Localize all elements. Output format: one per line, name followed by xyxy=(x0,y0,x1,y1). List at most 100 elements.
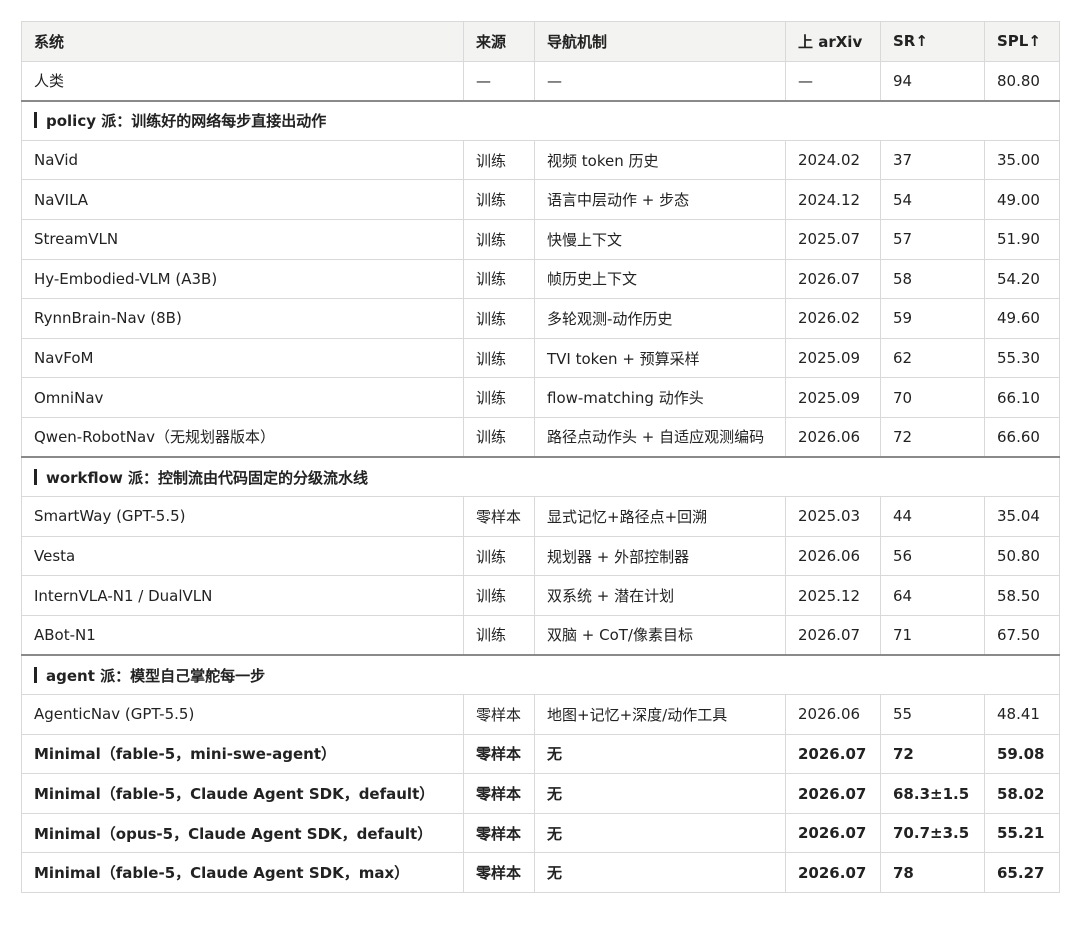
section-header-row: agent 派：模型自己掌舵每一步 xyxy=(21,654,1060,696)
cell-spl: 66.60 xyxy=(984,416,1060,458)
cell-system: NavFoM xyxy=(21,337,464,379)
table-row: AgenticNav (GPT-5.5) 零样本 地图+记忆+深度/动作工具 2026… xyxy=(21,694,1060,735)
cell-sr: 56 xyxy=(880,535,985,577)
cell-spl: 58.50 xyxy=(984,575,1060,616)
cell-system: Qwen-RobotNav（无规划器版本） xyxy=(21,416,464,458)
cell-arxiv: 2025.03 xyxy=(785,496,881,537)
cell-mechanism: 无 xyxy=(534,812,786,854)
cell-arxiv: 2026.07 xyxy=(785,773,881,814)
cell-spl: 35.00 xyxy=(984,139,1060,181)
header-mechanism: 导航机制 xyxy=(534,21,786,62)
cell-mechanism: 规划器 + 外部控制器 xyxy=(534,535,786,577)
cell-source: 训练 xyxy=(463,337,535,379)
cell-spl: 50.80 xyxy=(984,535,1060,577)
table-row: NaVid 训练 视频 token 历史 2024.02 37 35.00 xyxy=(21,139,1060,181)
cell-sr: 55 xyxy=(880,694,985,735)
section-header-row: policy 派：训练好的网络每步直接出动作 xyxy=(21,99,1060,141)
cell-mechanism: 双系统 + 潜在计划 xyxy=(534,575,786,616)
table-row: Minimal（fable-5，Claude Agent SDK，max） 零样本… xyxy=(21,852,1060,894)
cell-source: 训练 xyxy=(463,377,535,418)
cell-source: 训练 xyxy=(463,535,535,577)
cell-source: 零样本 xyxy=(463,496,535,537)
cell-spl: 48.41 xyxy=(984,694,1060,735)
cell-spl: 65.27 xyxy=(984,852,1060,894)
cell-source: 零样本 xyxy=(463,773,535,814)
cell-source: 训练 xyxy=(463,179,535,220)
table-row: RynnBrain-Nav (8B) 训练 多轮观测-动作历史 2026.02 59 49… xyxy=(21,298,1060,339)
cell-sr: 72 xyxy=(880,733,985,775)
header-source: 来源 xyxy=(463,21,535,62)
section-header-row: workflow 派：控制流由代码固定的分级流水线 xyxy=(21,456,1060,498)
cell-mechanism: 多轮观测-动作历史 xyxy=(534,298,786,339)
cell-source: 训练 xyxy=(463,258,535,300)
table-row: Minimal（opus-5，Claude Agent SDK，default）… xyxy=(21,812,1060,854)
cell-system: Minimal（fable-5，Claude Agent SDK，max） xyxy=(21,852,464,894)
cell-source: 训练 xyxy=(463,416,535,458)
cell-source: 零样本 xyxy=(463,694,535,735)
cell-sr: 94 xyxy=(880,60,985,102)
section-title: workflow 派：控制流由代码固定的分级流水线 xyxy=(46,468,369,487)
cell-source: 训练 xyxy=(463,575,535,616)
cell-mechanism: 路径点动作头 + 自适应观测编码 xyxy=(534,416,786,458)
cell-system: Hy-Embodied-VLM (A3B) xyxy=(21,258,464,300)
section-marker-icon xyxy=(34,468,37,485)
cell-spl: 51.90 xyxy=(984,218,1060,260)
cell-sr: 64 xyxy=(880,575,985,616)
cell-spl: 49.00 xyxy=(984,179,1060,220)
cell-system: OmniNav xyxy=(21,377,464,418)
cell-system: AgenticNav (GPT-5.5) xyxy=(21,694,464,735)
cell-source: 零样本 xyxy=(463,852,535,894)
cell-arxiv: 2026.07 xyxy=(785,614,881,656)
cell-mechanism: TVI token + 预算采样 xyxy=(534,337,786,379)
cell-spl: 66.10 xyxy=(984,377,1060,418)
cell-mechanism: 无 xyxy=(534,773,786,814)
cell-arxiv: — xyxy=(785,60,881,102)
cell-sr: 72 xyxy=(880,416,985,458)
cell-arxiv: 2025.12 xyxy=(785,575,881,616)
table-row: Vesta 训练 规划器 + 外部控制器 2026.06 56 50.80 xyxy=(21,535,1060,577)
cell-system: RynnBrain-Nav (8B) xyxy=(21,298,464,339)
cell-sr: 78 xyxy=(880,852,985,894)
cell-system: InternVLA-N1 / DualVLN xyxy=(21,575,464,616)
table-row: StreamVLN 训练 快慢上下文 2025.07 57 51.90 xyxy=(21,218,1060,260)
header-arxiv: 上 arXiv xyxy=(785,21,881,62)
table-body: 人类 — — —94 80.80 policy 派：训练好的网络每步直接出动作 NaVid 训… xyxy=(21,60,1060,894)
cell-source: 训练 xyxy=(463,298,535,339)
cell-arxiv: 2026.07 xyxy=(785,733,881,775)
cell-sr: 57 xyxy=(880,218,985,260)
table-row: Minimal（fable-5，mini-swe-agent） 零样本无 2026.… xyxy=(21,733,1060,775)
section-marker-icon xyxy=(34,666,37,683)
section-marker-icon xyxy=(34,112,37,129)
cell-mechanism: 地图+记忆+深度/动作工具 xyxy=(534,694,786,735)
cell-spl: 67.50 xyxy=(984,614,1060,656)
cell-mechanism: 视频 token 历史 xyxy=(534,139,786,181)
cell-source: 训练 xyxy=(463,139,535,181)
cell-source: — xyxy=(463,60,535,102)
cell-arxiv: 2025.07 xyxy=(785,218,881,260)
section-title: policy 派：训练好的网络每步直接出动作 xyxy=(46,112,327,131)
cell-arxiv: 2026.07 xyxy=(785,812,881,854)
table-row: Minimal（fable-5，Claude Agent SDK，default… xyxy=(21,773,1060,814)
header-system: 系统 xyxy=(21,21,464,62)
cell-spl: 55.30 xyxy=(984,337,1060,379)
cell-system: Minimal（fable-5，mini-swe-agent） xyxy=(21,733,464,775)
cell-sr: 62 xyxy=(880,337,985,379)
cell-spl: 58.02 xyxy=(984,773,1060,814)
cell-system: 人类 xyxy=(21,60,464,102)
cell-sr: 54 xyxy=(880,179,985,220)
cell-mechanism: — xyxy=(534,60,786,102)
cell-system: NaVILA xyxy=(21,179,464,220)
table-row: NavFoM 训练 TVI token + 预算采样 2025.09 62 55.30 xyxy=(21,337,1060,379)
cell-sr: 37 xyxy=(880,139,985,181)
table-row: 人类 — — —94 80.80 xyxy=(21,60,1060,102)
cell-system: StreamVLN xyxy=(21,218,464,260)
cell-sr: 58 xyxy=(880,258,985,300)
cell-arxiv: 2026.06 xyxy=(785,694,881,735)
cell-source: 训练 xyxy=(463,218,535,260)
cell-mechanism: flow-matching 动作头 xyxy=(534,377,786,418)
cell-mechanism: 快慢上下文 xyxy=(534,218,786,260)
section-title-cell: agent 派：模型自己掌舵每一步 xyxy=(21,654,1060,696)
cell-sr: 70 xyxy=(880,377,985,418)
cell-mechanism: 帧历史上下文 xyxy=(534,258,786,300)
cell-mechanism: 语言中层动作 + 步态 xyxy=(534,179,786,220)
